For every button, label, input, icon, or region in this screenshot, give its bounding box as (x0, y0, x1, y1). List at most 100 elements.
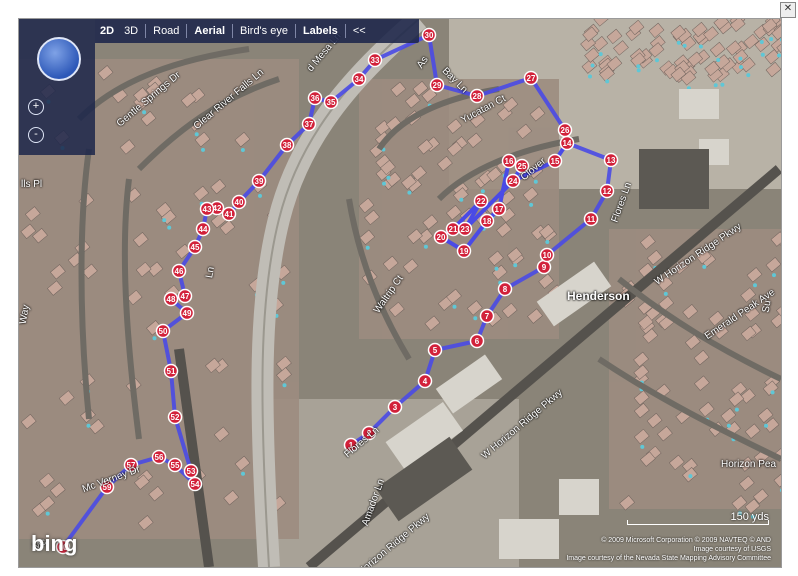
waypoint-marker[interactable]: 20 (433, 229, 449, 245)
waypoint-marker[interactable]: 28 (469, 88, 485, 104)
waypoint-marker[interactable]: 45 (187, 239, 203, 255)
waypoint-label: 12 (603, 187, 612, 196)
waypoint-marker[interactable]: 12 (599, 183, 615, 199)
copyright-line: Image courtesy of the Nevada State Mappi… (566, 555, 771, 562)
waypoint-label: 30 (425, 31, 434, 40)
zoom-out-button[interactable]: - (28, 127, 44, 143)
city-label-henderson: Henderson (567, 289, 630, 303)
waypoint-marker[interactable]: 15 (547, 153, 563, 169)
birds-eye-style-button[interactable]: Bird's eye (235, 25, 293, 37)
waypoint-label: 26 (561, 126, 570, 135)
waypoint-marker[interactable]: 46 (171, 263, 187, 279)
waypoint-marker[interactable]: 5 (427, 342, 443, 358)
aerial-style-button[interactable]: Aerial (189, 25, 230, 37)
waypoint-marker[interactable]: 51 (163, 363, 179, 379)
waypoint-marker[interactable]: 24 (505, 173, 521, 189)
waypoint-marker[interactable]: 44 (195, 221, 211, 237)
waypoint-label: 54 (191, 480, 200, 489)
waypoint-marker[interactable]: 52 (167, 409, 183, 425)
waypoint-marker[interactable]: 4 (417, 373, 433, 389)
bing-logo: bing (31, 531, 78, 556)
navigation-panel: + - (19, 19, 95, 155)
waypoint-label: 15 (551, 157, 560, 166)
waypoint-label: 55 (171, 461, 180, 470)
waypoint-marker[interactable]: 16 (501, 153, 517, 169)
street-label: lls Pl (21, 179, 43, 190)
waypoint-marker[interactable]: 37 (301, 116, 317, 132)
scale-bar (627, 520, 769, 525)
waypoint-label: 56 (155, 453, 164, 462)
waypoint-marker[interactable]: 35 (323, 94, 339, 110)
waypoint-marker[interactable]: 36 (307, 90, 323, 106)
waypoint-label: 38 (283, 141, 292, 150)
street-label: Horizon Pea (721, 459, 777, 470)
waypoint-marker[interactable]: 41 (221, 206, 237, 222)
waypoint-label: 50 (159, 327, 168, 336)
waypoint-label: 17 (495, 205, 504, 214)
waypoint-marker[interactable]: 40 (231, 194, 247, 210)
waypoint-label: 43 (203, 205, 212, 214)
waypoint-marker[interactable]: 11 (583, 211, 599, 227)
toolbar-divider (186, 24, 188, 38)
waypoint-label: 5 (433, 346, 438, 355)
waypoint-label: 16 (505, 157, 514, 166)
waypoint-marker[interactable]: 9 (536, 259, 552, 275)
waypoint-marker[interactable]: 3 (387, 399, 403, 415)
waypoint-marker[interactable]: 19 (456, 243, 472, 259)
waypoint-label: 24 (509, 177, 518, 186)
waypoint-marker[interactable]: 7 (479, 308, 495, 324)
waypoint-marker[interactable]: 22 (473, 193, 489, 209)
waypoint-marker[interactable]: 34 (351, 71, 367, 87)
waypoint-marker[interactable]: 17 (491, 201, 507, 217)
waypoint-marker[interactable]: 43 (199, 201, 215, 217)
waypoint-label: 6 (475, 337, 480, 346)
waypoint-label: 48 (167, 295, 176, 304)
street-label: Su (760, 299, 774, 314)
waypoint-marker[interactable]: 50 (155, 323, 171, 339)
waypoint-marker[interactable]: 13 (603, 152, 619, 168)
waypoint-marker[interactable]: 18 (479, 213, 495, 229)
waypoint-marker[interactable]: 14 (559, 135, 575, 151)
close-icon[interactable]: ✕ (780, 2, 796, 18)
collapse-toolbar-button[interactable]: << (348, 25, 371, 37)
waypoint-marker[interactable]: 10 (539, 247, 555, 263)
waypoint-marker[interactable]: 6 (469, 333, 485, 349)
waypoint-marker[interactable]: 54 (187, 476, 203, 492)
waypoint-label: 53 (187, 467, 196, 476)
waypoint-label: 34 (355, 75, 364, 84)
waypoint-label: 28 (473, 92, 482, 101)
waypoint-label: 47 (181, 292, 190, 301)
map-view[interactable]: 1 2 3 4 5 6 7 8 9 10 11 12 13 14 15 16 17 18 19 20 21 22 23 24 2… (18, 18, 782, 568)
waypoint-label: 3 (393, 403, 398, 412)
waypoint-marker[interactable]: 39 (251, 173, 267, 189)
waypoint-marker[interactable]: 47 (177, 288, 193, 304)
waypoint-marker[interactable]: 49 (179, 305, 195, 321)
waypoint-label: 7 (485, 312, 490, 321)
waypoint-marker[interactable]: 48 (163, 291, 179, 307)
waypoint-marker[interactable]: 21 (445, 221, 461, 237)
waypoint-label: 8 (503, 285, 508, 294)
waypoint-marker[interactable]: 26 (557, 122, 573, 138)
waypoint-marker[interactable]: 33 (367, 52, 383, 68)
pan-compass-icon[interactable] (37, 37, 81, 81)
waypoint-label: 41 (225, 210, 234, 219)
view-3d-button[interactable]: 3D (119, 25, 143, 37)
waypoint-label: 21 (449, 225, 458, 234)
waypoint-marker[interactable]: 30 (421, 27, 437, 43)
waypoint-marker[interactable]: 29 (429, 77, 445, 93)
waypoint-marker[interactable]: 56 (151, 449, 167, 465)
road-style-button[interactable]: Road (148, 25, 184, 37)
waypoint-marker[interactable]: 8 (497, 281, 513, 297)
waypoint-label: 36 (311, 94, 320, 103)
zoom-in-button[interactable]: + (28, 99, 44, 115)
waypoint-marker[interactable]: 38 (279, 137, 295, 153)
toolbar-divider (145, 24, 147, 38)
waypoint-marker[interactable]: 55 (167, 457, 183, 473)
waypoint-marker[interactable]: 27 (523, 70, 539, 86)
waypoint-marker[interactable]: 23 (457, 221, 473, 237)
waypoint-marker[interactable]: 53 (183, 463, 199, 479)
toolbar-divider (232, 24, 233, 38)
waypoint-label: 11 (587, 215, 596, 224)
labels-toggle-button[interactable]: Labels (298, 25, 343, 37)
view-2d-button[interactable]: 2D (95, 25, 119, 37)
